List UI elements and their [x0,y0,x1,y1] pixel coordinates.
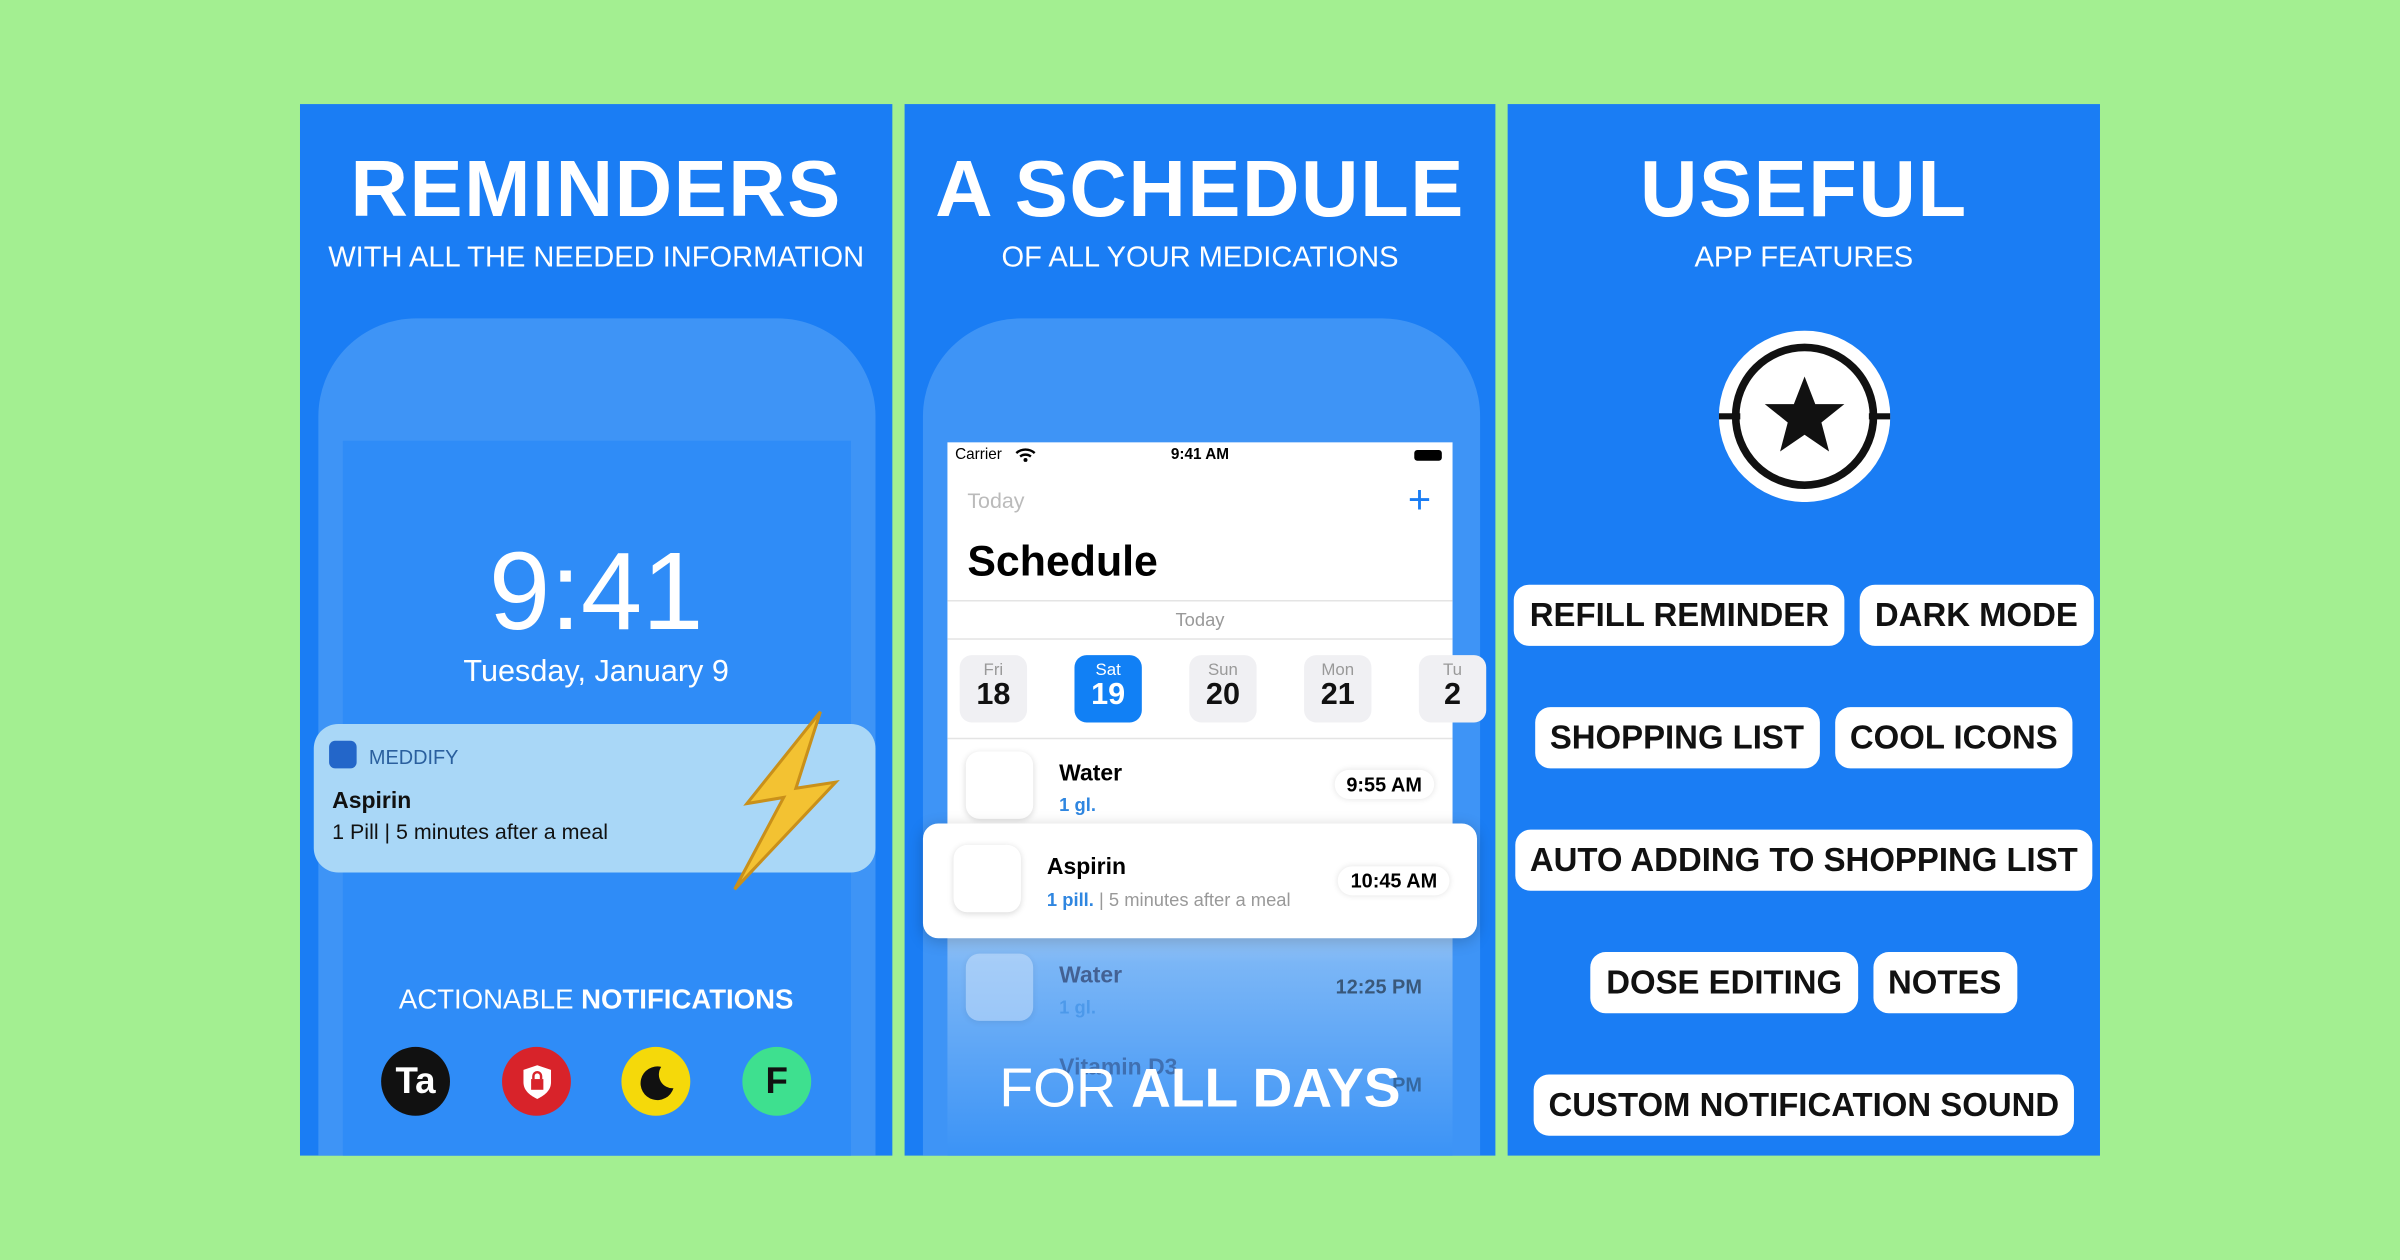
caption-light: ACTIONABLE [398,984,574,1015]
item-time: 9:55 AM [1334,769,1435,799]
notification-title: Aspirin [332,788,412,815]
feature-pill: DOSE EDITING [1590,952,1858,1014]
feature-pill: SHOPPING LIST [1534,707,1820,769]
item-name: Water [1059,962,1123,989]
panel-reminders: REMINDERS WITH ALL THE NEEDED INFORMATIO… [299,104,893,1156]
water-glass-icon [965,953,1034,1021]
feature-pill: COOL ICONS [1834,707,2074,769]
panel-subtitle: WITH ALL THE NEEDED INFORMATION [328,241,865,274]
text-icon[interactable]: Ta [381,1046,450,1116]
caption-light: FOR [999,1056,1116,1119]
battery-icon [1414,449,1442,461]
item-dose: 1 gl. [1059,794,1096,816]
schedule-row[interactable]: Water 1 gl. 9:55 AM [947,745,1452,822]
feature-list: REFILL REMINDER DARK MODE SHOPPING LIST COO… [1508,584,2100,1156]
shield-lock-icon[interactable] [502,1046,571,1116]
day-chip[interactable]: Sun 20 [1189,655,1257,723]
item-time: 12:25 PM [1335,974,1422,998]
feature-pill: DARK MODE [1859,584,2094,646]
status-time: 9:41 AM [1170,446,1230,464]
back-today-button[interactable]: Today [967,488,1024,512]
schedule-screen: Carrier 9:41 AM Today + Schedule Today F… [947,442,1487,1156]
lock-date: Tuesday, January 9 [463,655,729,689]
notification-body: 1 Pill | 5 minutes after a meal [332,818,609,844]
feature-pill: REFILL REMINDER [1514,584,1845,646]
day-chip[interactable]: Tu 2 [1418,655,1487,723]
feature-pill: CUSTOM NOTIFICATION SOUND [1533,1074,2075,1136]
day-chip-selected[interactable]: Sat 19 [1074,655,1142,723]
item-dose: 1 gl. [1059,996,1096,1018]
item-name: Aspirin [1046,854,1127,881]
stage: REMINDERS WITH ALL THE NEEDED INFORMATIO… [0,0,2400,1260]
schedule-row[interactable]: Water 1 gl. 12:25 PM [947,947,1452,1024]
feature-pill: NOTES [1872,952,2017,1014]
water-glass-icon [965,751,1034,819]
day-chip[interactable]: Fri 18 [959,655,1028,723]
meddify-app-icon [329,740,357,769]
panel-subtitle: OF ALL YOUR MEDICATIONS [1001,241,1399,274]
panel-features: USEFUL APP FEATURES REFILL REMINDER DARK … [1507,104,2100,1156]
notifications-caption: ACTIONABLE NOTIFICATIONS [300,984,892,1016]
section-today: Today [947,599,1453,640]
all-days-caption: FOR ALL DAYS [905,1056,1496,1120]
panel-subtitle: APP FEATURES [1694,241,1914,274]
notification-app: MEDDIFY [368,745,459,769]
item-time: 10:45 AM [1338,866,1450,896]
caption-bold: ALL DAYS [1131,1056,1401,1119]
item-name: Water [1059,760,1123,787]
item-dose: 1 pill. | 5 minutes after a meal [1046,889,1291,911]
add-button[interactable]: + [1408,476,1431,523]
aspirin-card[interactable]: Aspirin 1 pill. | 5 minutes after a meal… [922,823,1478,939]
day-chip[interactable]: Mon 21 [1304,655,1372,723]
feature-pill: AUTO ADDING TO SHOPPING LIST [1514,829,2094,891]
panel-title: REMINDERS [350,145,842,235]
lock-time: 9:41 [488,531,704,654]
star-icon [1718,330,1891,503]
pill-icon [953,844,1021,913]
schedule-heading: Schedule [967,537,1158,585]
caption-bold: NOTIFICATIONS [581,984,794,1015]
f-icon[interactable]: F [742,1046,812,1116]
panel-title: A SCHEDULE [935,145,1465,235]
panel-title: USEFUL [1640,145,1968,235]
moon-icon[interactable] [621,1046,691,1116]
lightning-bolt-icon [733,710,840,891]
